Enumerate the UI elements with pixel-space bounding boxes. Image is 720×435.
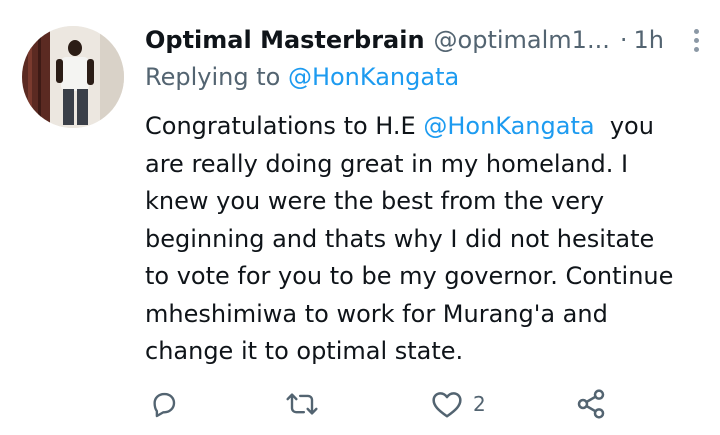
tweet-text-line: Congratulations to H.E @HonKangata you [145,108,710,146]
tweet-text-segment: Congratulations to H.E [145,112,416,140]
more-vertical-icon[interactable] [684,26,708,54]
like-count: 2 [473,392,486,416]
tweet-time[interactable]: 1h [633,26,663,54]
tweet-header: Optimal Masterbrain @optimalm1... · 1h [145,20,708,60]
like-button[interactable]: 2 [431,384,486,424]
share-button[interactable] [575,384,607,424]
author-avatar[interactable] [22,26,124,128]
mention-link[interactable]: @HonKangata [423,112,594,140]
heart-icon [432,392,462,418]
retweet-icon [286,393,318,415]
reply-icon [153,392,176,418]
tweet-text-line: beginning and thats why I did not hesita… [145,224,655,253]
tweet-text-line: are really doing great in my homeland. I [145,149,629,178]
replying-to: Replying to @HonKangata [145,63,459,91]
author-handle[interactable]: @optimalm1... [434,26,610,54]
tweet-text-line: mheshimiwa to work for Murang'a and [145,299,608,328]
tweet-text-line: change it to optimal state. [145,337,464,365]
avatar-photo [22,26,124,128]
tweet-text-line: knew you were the best from the very [145,187,605,215]
tweet-text-segment: you [609,112,654,140]
separator: · [619,26,628,54]
author-name[interactable]: Optimal Masterbrain [145,26,425,54]
tweet-text: Congratulations to H.E @HonKangata you a… [145,108,710,371]
tweet-actions: 2 [145,384,700,424]
replying-handle-link[interactable]: @HonKangata [288,63,459,91]
tweet-text-line: to vote for you to be my governor. Conti… [145,262,674,290]
reply-button[interactable] [149,384,179,424]
retweet-button[interactable] [285,384,319,424]
replying-prefix: Replying to [145,63,281,91]
share-icon [577,389,605,419]
